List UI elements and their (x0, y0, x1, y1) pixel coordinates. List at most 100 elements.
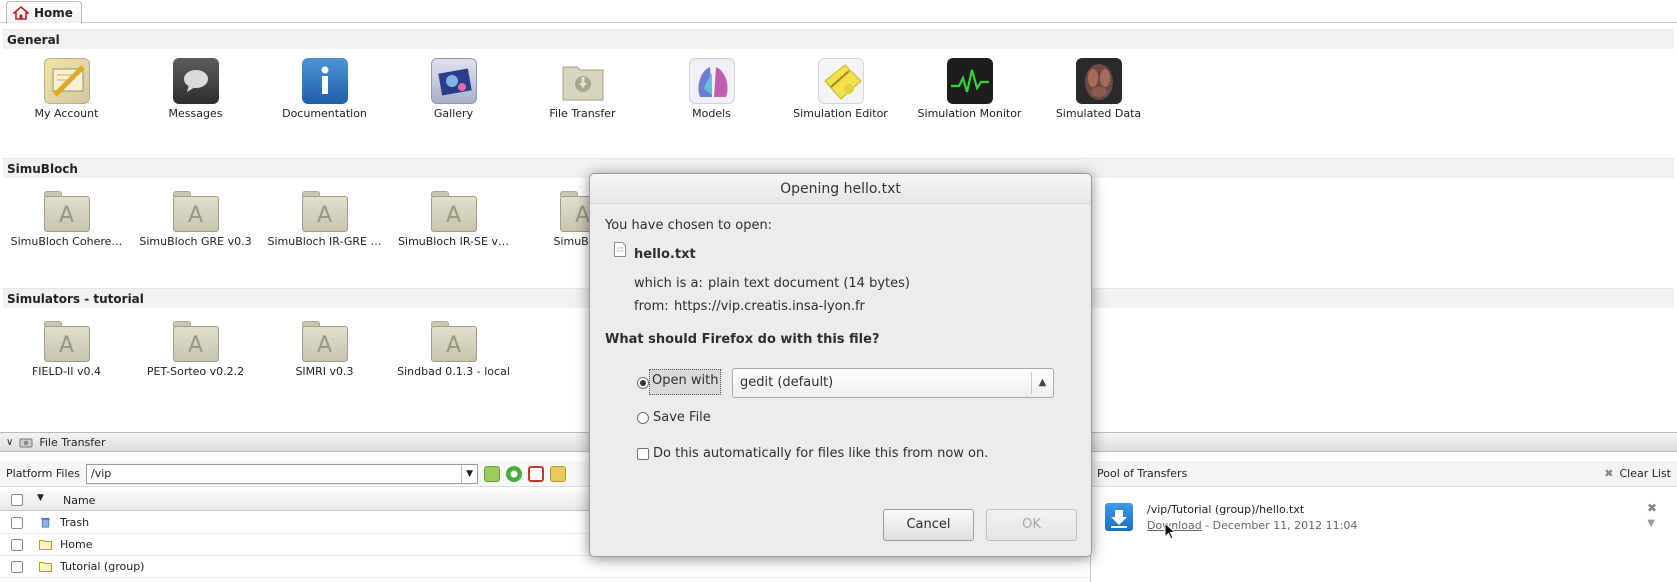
app-gallery[interactable]: Gallery (389, 58, 518, 120)
tab-bar: Home (0, 0, 1677, 24)
clear-list-label: Clear List (1619, 467, 1672, 480)
app-simubloch-coherent[interactable]: SimuBloch Cohere… (2, 188, 131, 248)
folder-icon (301, 320, 348, 362)
auto-label[interactable]: Do this automatically for files like thi… (653, 446, 988, 461)
app-label: PET-Sorteo v0.2.2 (146, 365, 245, 378)
row-name: Tutorial (group) (60, 560, 145, 573)
select-arrows-icon: ▲ (1031, 372, 1053, 394)
save-file-label[interactable]: Save File (653, 410, 711, 425)
app-field-ii[interactable]: FIELD-II v0.4 (2, 318, 131, 378)
messages-icon (172, 58, 219, 104)
camera-icon (19, 438, 33, 448)
pool-header: Pool of Transfers ✖ Clear List (1091, 461, 1677, 487)
section-title: General (7, 33, 60, 47)
refresh-icon[interactable] (506, 465, 523, 482)
app-sindbad[interactable]: Sindbad 0.1.3 - local (389, 318, 518, 378)
my-account-icon (43, 58, 90, 104)
tab-home[interactable]: Home (6, 1, 82, 24)
simulated-data-icon (1075, 58, 1122, 104)
app-label: Sindbad 0.1.3 - local (397, 365, 510, 378)
open-with-radio[interactable] (637, 377, 649, 389)
app-simubloch-ir-gre[interactable]: SimuBloch IR-GRE … (260, 188, 389, 248)
section-title: Simulators - tutorial (7, 292, 144, 306)
app-label: Documentation (282, 107, 367, 120)
app-label: Simulated Data (1055, 107, 1142, 120)
transfer-item: /vip/Tutorial (group)/hello.txt Download… (1101, 501, 1661, 541)
app-label: SimuBloch IR-SE v… (398, 235, 509, 248)
folder-up-icon[interactable] (484, 465, 501, 482)
mouse-cursor-icon (1164, 522, 1176, 540)
row-name: Trash (60, 516, 90, 529)
app-my-account[interactable]: My Account (2, 58, 131, 120)
open-with-label[interactable]: Open with (649, 369, 722, 395)
app-simri[interactable]: SIMRI v0.3 (260, 318, 389, 378)
folder-icon (172, 190, 219, 232)
app-simulation-editor[interactable]: Simulation Editor (776, 58, 905, 120)
name-column-header[interactable]: Name (63, 494, 95, 507)
home-icon (13, 5, 29, 20)
clear-list-button[interactable]: ✖ Clear List (1604, 467, 1671, 480)
app-simulated-data[interactable]: Simulated Data (1034, 58, 1163, 120)
clear-icon: ✖ (1604, 467, 1614, 480)
file-transfer-title: File Transfer (39, 435, 106, 449)
app-simubloch-ir-se[interactable]: SimuBloch IR-SE v… (389, 188, 518, 248)
row-checkbox[interactable] (11, 538, 23, 551)
home-icon[interactable] (528, 465, 545, 482)
folder-icon (39, 540, 52, 550)
app-label: SimuBloch GRE v0.3 (139, 235, 252, 248)
source-url: https://vip.creatis.insa-lyon.fr (674, 299, 865, 314)
path-input[interactable]: /vip ▼ (86, 463, 479, 484)
remove-transfer-icon[interactable]: ✖ (1647, 501, 1657, 515)
app-pet-sorteo[interactable]: PET-Sorteo v0.2.2 (131, 318, 260, 378)
app-label: Gallery (433, 107, 474, 120)
section-general-header: General (3, 29, 1674, 49)
app-models[interactable]: Models (647, 58, 776, 120)
gallery-icon (430, 58, 477, 104)
path-value: /vip (91, 466, 112, 480)
from-label: from: (634, 299, 669, 314)
chevron-down-icon[interactable]: ∨ (6, 437, 13, 448)
text-file-icon (614, 242, 626, 257)
pool-of-transfers: Pool of Transfers ✖ Clear List /vip/Tutor… (1090, 461, 1677, 582)
app-simulation-monitor[interactable]: Simulation Monitor (905, 58, 1034, 120)
new-folder-icon[interactable] (550, 465, 567, 482)
file-name: hello.txt (634, 247, 696, 262)
app-documentation[interactable]: Documentation (260, 58, 389, 120)
section-title: SimuBloch (7, 162, 78, 176)
cancel-button[interactable]: Cancel (883, 509, 974, 541)
chosen-text: You have chosen to open: (605, 218, 773, 233)
opening-file-dialog: Opening hello.txt You have chosen to ope… (589, 173, 1092, 557)
simulation-monitor-icon (946, 58, 993, 104)
info-icon (301, 58, 348, 104)
app-messages[interactable]: Messages (131, 58, 260, 120)
app-simubloch-gre[interactable]: SimuBloch GRE v0.3 (131, 188, 260, 248)
pool-title: Pool of Transfers (1097, 467, 1188, 480)
save-file-radio[interactable] (637, 412, 649, 424)
folder-icon (172, 320, 219, 362)
trash-icon (41, 517, 50, 528)
transfer-path: /vip/Tutorial (group)/hello.txt (1147, 503, 1305, 516)
select-all-checkbox[interactable] (11, 494, 23, 506)
folder-icon (43, 190, 90, 232)
row-checkbox[interactable] (11, 560, 23, 573)
dialog-title: Opening hello.txt (590, 174, 1091, 204)
ok-button[interactable]: OK (986, 509, 1077, 541)
file-transfer-folder-icon (560, 58, 606, 104)
row-checkbox[interactable] (11, 516, 23, 529)
open-with-app-select[interactable]: gedit (default) ▲ (732, 368, 1054, 398)
dropdown-arrow-icon[interactable]: ▼ (461, 464, 477, 483)
app-label: SimuBloch Cohere… (10, 235, 123, 248)
folder-icon (301, 190, 348, 232)
transfer-date: - December 11, 2012 11:04 (1201, 519, 1358, 532)
folder-icon (43, 320, 90, 362)
sort-arrow-icon[interactable]: ▼ (37, 493, 44, 503)
folder-icon (430, 320, 477, 362)
app-file-transfer[interactable]: File Transfer (518, 58, 647, 120)
app-label: Messages (168, 107, 223, 120)
table-row[interactable]: Tutorial (group) (0, 556, 1090, 578)
folder-icon (430, 190, 477, 232)
app-label: My Account (34, 107, 99, 120)
pin-icon[interactable]: ▼ (1647, 518, 1655, 529)
auto-checkbox[interactable] (637, 448, 649, 460)
app-label: FIELD-II v0.4 (31, 365, 102, 378)
